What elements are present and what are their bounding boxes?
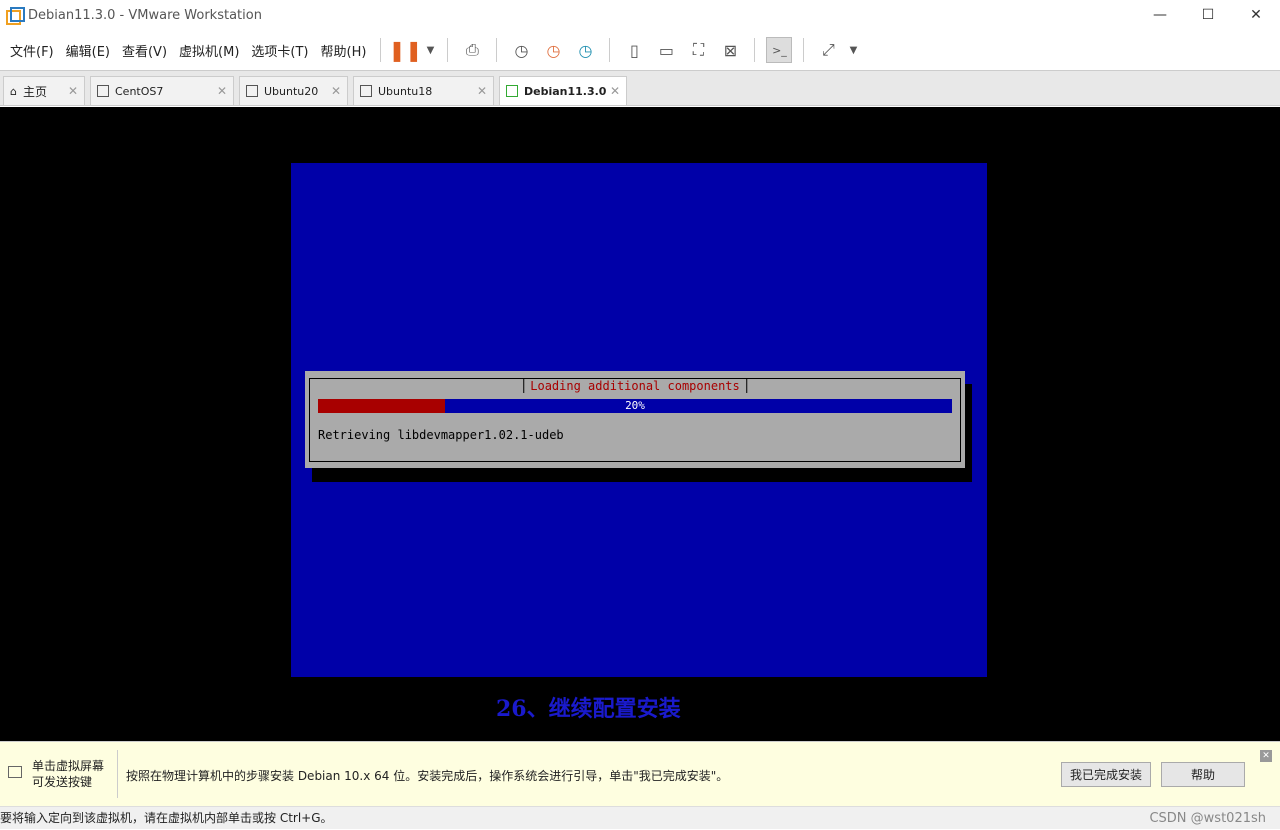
divider xyxy=(117,750,118,798)
divider xyxy=(754,38,756,62)
dropdown-icon[interactable]: ▼ xyxy=(847,37,859,63)
watermark: CSDN @wst021sh xyxy=(1149,811,1266,826)
send-ctrl-alt-del-icon[interactable]: ⎙ xyxy=(459,37,485,63)
vm-icon xyxy=(246,85,258,97)
divider xyxy=(380,38,382,62)
minimize-button[interactable]: — xyxy=(1136,0,1184,30)
menu-file[interactable]: 文件(F) xyxy=(4,41,60,60)
console-icon[interactable]: >_ xyxy=(766,37,793,63)
unity-icon[interactable]: ⊠ xyxy=(717,37,743,63)
done-install-button[interactable]: 我已完成安装 xyxy=(1061,762,1151,787)
fullscreen-icon[interactable]: ⛶ xyxy=(685,37,711,63)
divider xyxy=(496,38,498,62)
keyboard-icon xyxy=(8,766,22,778)
tab-label: 主页 xyxy=(22,84,47,99)
close-tab-icon[interactable]: ✕ xyxy=(217,84,227,98)
menu-bar: 文件(F) 编辑(E) 查看(V) 虚拟机(M) 选项卡(T) 帮助(H) ❚❚… xyxy=(0,30,1280,71)
divider xyxy=(803,38,805,62)
snapshot-manager-icon[interactable]: ◷ xyxy=(572,37,598,63)
vm-console[interactable]: Loading additional components 20% Retrie… xyxy=(0,107,1280,741)
maximize-button[interactable]: ☐ xyxy=(1184,0,1232,30)
close-button[interactable]: ✕ xyxy=(1232,0,1280,30)
vm-running-icon xyxy=(506,85,518,97)
close-tab-icon[interactable]: ✕ xyxy=(610,84,620,98)
hint-left-text: 单击虚拟屏幕可发送按键 xyxy=(32,759,105,789)
tab-label: Ubuntu18 xyxy=(378,84,433,98)
stretch-icon[interactable]: ⤢ xyxy=(815,37,841,63)
progress-bar: 20% xyxy=(318,399,952,413)
progress-dialog: Loading additional components 20% Retrie… xyxy=(305,371,965,468)
close-tab-icon[interactable]: ✕ xyxy=(477,84,487,98)
close-tab-icon[interactable]: ✕ xyxy=(331,84,341,98)
menu-help[interactable]: 帮助(H) xyxy=(315,41,373,60)
menu-tabs[interactable]: 选项卡(T) xyxy=(245,41,314,60)
help-button[interactable]: 帮助 xyxy=(1161,762,1245,787)
divider xyxy=(447,38,449,62)
window-title: Debian11.3.0 - VMware Workstation xyxy=(28,7,262,23)
tab-centos7[interactable]: CentOS7 ✕ xyxy=(90,76,234,105)
menu-edit[interactable]: 编辑(E) xyxy=(60,41,116,60)
tab-label: Debian11.3.0 xyxy=(524,84,607,98)
vmware-logo-icon xyxy=(6,7,25,25)
thumbnail-icon[interactable]: ▭ xyxy=(653,37,679,63)
menu-vm[interactable]: 虚拟机(M) xyxy=(173,41,245,60)
tab-debian[interactable]: Debian11.3.0 ✕ xyxy=(499,76,627,105)
tab-home[interactable]: ⌂ 主页 ✕ xyxy=(3,76,85,105)
hint-text: 按照在物理计算机中的步骤安装 Debian 10.x 64 位。安装完成后，操作… xyxy=(126,769,729,783)
status-text: 要将输入定向到该虚拟机，请在虚拟机内部单击或按 Ctrl+G。 xyxy=(0,811,333,825)
library-icon[interactable]: ▯ xyxy=(621,37,647,63)
progress-message: Retrieving libdevmapper1.02.1-udeb xyxy=(318,428,564,442)
tab-ubuntu18[interactable]: Ubuntu18 ✕ xyxy=(353,76,494,105)
close-tab-icon[interactable]: ✕ xyxy=(68,84,78,98)
dropdown-icon[interactable]: ▼ xyxy=(424,37,436,63)
tab-label: CentOS7 xyxy=(115,84,164,98)
tab-bar: ⌂ 主页 ✕ CentOS7 ✕ Ubuntu20 ✕ Ubuntu18 ✕ Debian… xyxy=(0,71,1280,106)
divider xyxy=(609,38,611,62)
vm-icon xyxy=(360,85,372,97)
tab-label: Ubuntu20 xyxy=(264,84,319,98)
close-hint-icon[interactable]: ✕ xyxy=(1260,750,1272,762)
progress-label: 20% xyxy=(625,399,645,412)
title-bar: Debian11.3.0 - VMware Workstation — ☐ ✕ xyxy=(0,0,1280,30)
status-bar: 要将输入定向到该虚拟机，请在虚拟机内部单击或按 Ctrl+G。 CSDN @ws… xyxy=(0,806,1280,829)
home-icon: ⌂ xyxy=(10,84,17,98)
menu-view[interactable]: 查看(V) xyxy=(116,41,173,60)
tab-ubuntu20[interactable]: Ubuntu20 ✕ xyxy=(239,76,348,105)
step-caption: 26、继续配置安装 xyxy=(496,696,681,722)
pause-icon[interactable]: ❚❚ xyxy=(389,37,423,63)
hint-bar: 单击虚拟屏幕可发送按键 按照在物理计算机中的步骤安装 Debian 10.x 6… xyxy=(0,741,1280,806)
dialog-frame: Loading additional components xyxy=(309,378,961,462)
dialog-title: Loading additional components xyxy=(523,379,747,393)
vm-icon xyxy=(97,85,109,97)
revert-snapshot-icon[interactable]: ◷ xyxy=(540,37,566,63)
snapshot-icon[interactable]: ◷ xyxy=(508,37,534,63)
